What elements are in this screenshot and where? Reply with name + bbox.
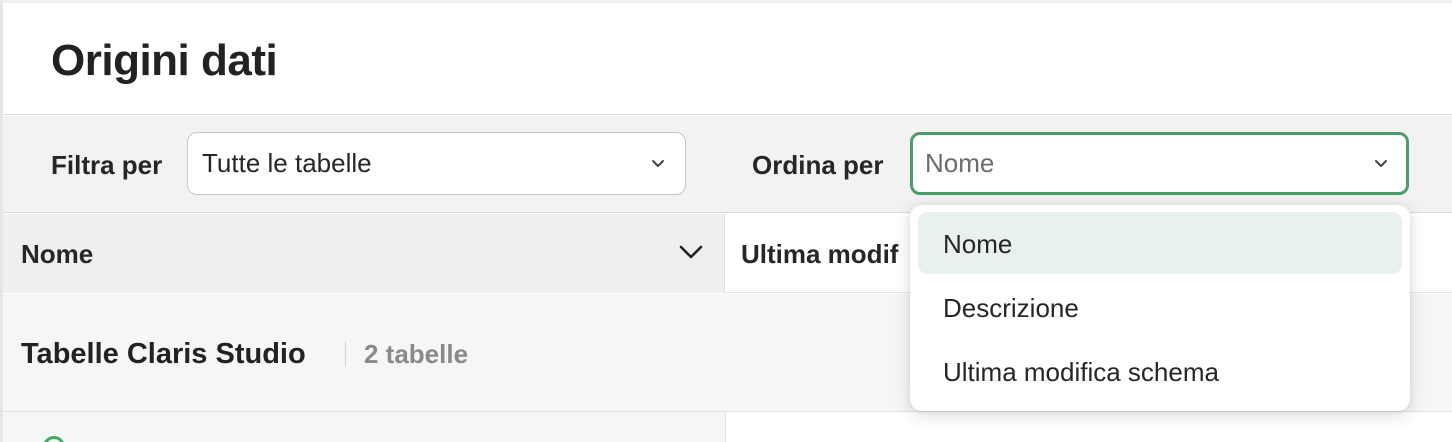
filter-label: Filtra per (51, 150, 163, 180)
column-header-label: Nome (21, 239, 94, 269)
status-circle-icon (43, 436, 65, 442)
sort-select[interactable]: Nome (910, 132, 1409, 195)
page-title: Origini dati (51, 36, 278, 85)
chevron-down-icon (652, 160, 664, 167)
header: Origini dati (3, 3, 1452, 115)
sort-dropdown-menu: Nome Descrizione Ultima modifica schema (910, 205, 1410, 411)
divider (345, 341, 346, 367)
group-title: Tabelle Claris Studio (21, 338, 306, 370)
sort-option-nome[interactable]: Nome (918, 212, 1402, 274)
sort-option-descrizione[interactable]: Descrizione (918, 276, 1402, 338)
sort-option-label: Descrizione (943, 293, 1079, 323)
filter-toolbar: Filtra per Tutte le tabelle Ordina per N… (3, 116, 1452, 213)
sort-option-label: Ultima modifica schema (943, 357, 1219, 387)
chevron-down-icon[interactable] (678, 242, 704, 262)
group-count: 2 tabelle (364, 339, 469, 369)
sort-label: Ordina per (752, 150, 884, 180)
column-header-ultima-modifica[interactable]: Ultima modif (741, 239, 898, 270)
table-cell (725, 412, 1452, 442)
filter-select-value: Tutte le tabelle (202, 148, 372, 178)
filter-select[interactable]: Tutte le tabelle (187, 132, 686, 195)
table-row[interactable] (3, 412, 1452, 442)
chevron-down-icon (1375, 160, 1387, 167)
sort-select-value: Nome (925, 148, 995, 178)
sort-option-ultima-modifica-schema[interactable]: Ultima modifica schema (918, 340, 1402, 402)
sort-option-label: Nome (943, 229, 1013, 259)
column-header-nome[interactable]: Nome (3, 214, 725, 293)
